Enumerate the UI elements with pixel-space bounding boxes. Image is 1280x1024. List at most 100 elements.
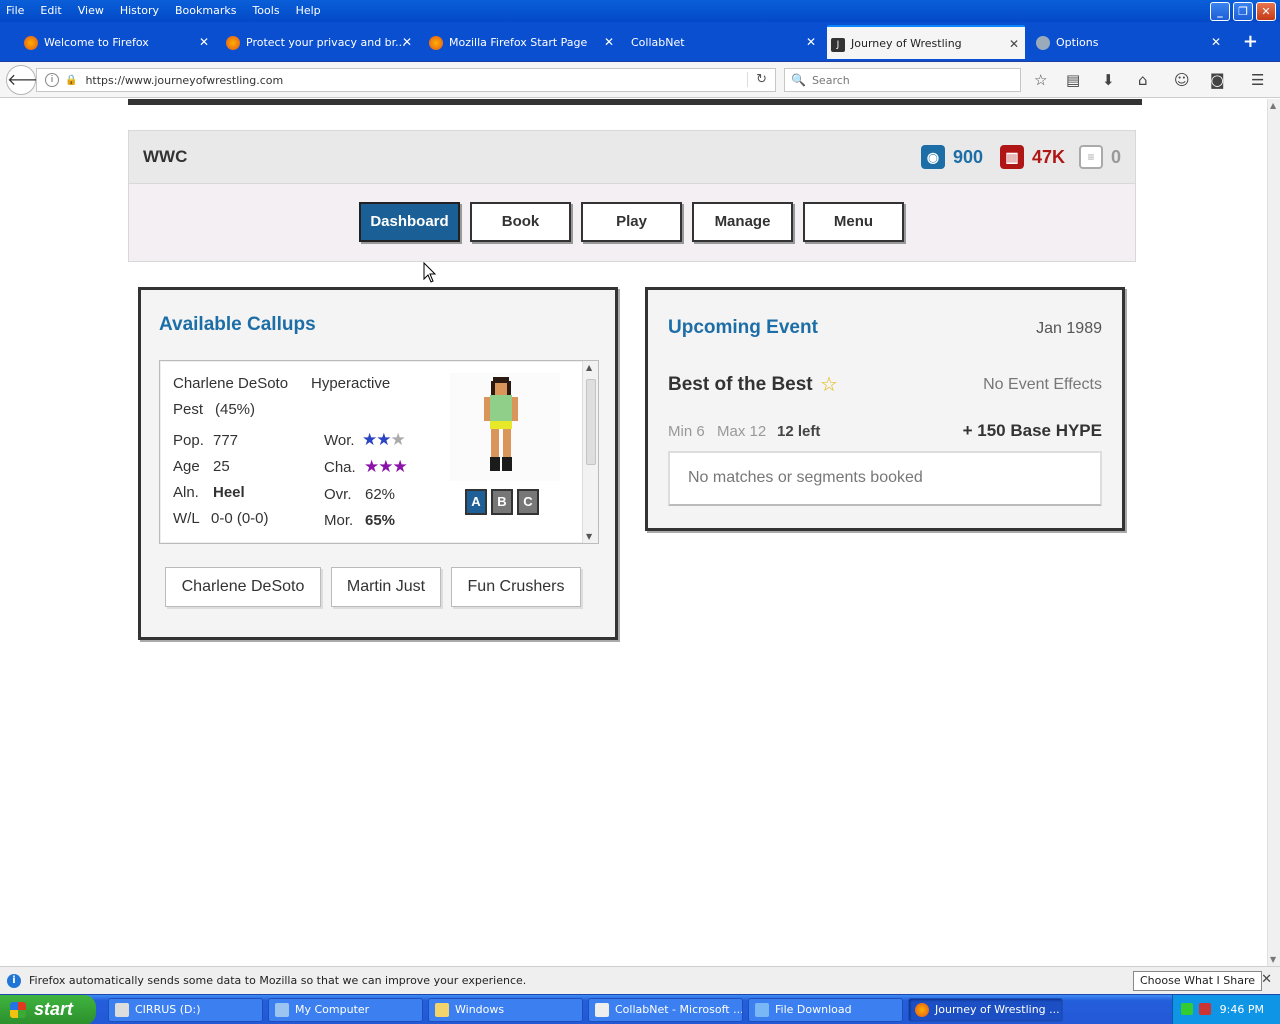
close-tab-icon[interactable]: ✕: [402, 35, 412, 49]
work-label: Wor.: [324, 432, 355, 449]
reload-icon[interactable]: ↻: [747, 72, 767, 87]
tab-journey-of-wrestling[interactable]: J Journey of Wrestling ✕: [827, 25, 1025, 59]
scrollbar-thumb[interactable]: [586, 379, 596, 465]
reading-list-icon[interactable]: ▤: [1066, 71, 1080, 89]
menu-help[interactable]: Help: [288, 0, 329, 22]
favorite-star-icon[interactable]: ☆: [820, 372, 838, 396]
tab-label: Mozilla Firefox Start Page: [449, 35, 588, 49]
chat-icon[interactable]: ☺: [1174, 71, 1190, 89]
overall-value: 62%: [365, 486, 396, 503]
event-name[interactable]: Best of the Best: [668, 374, 813, 396]
restore-button[interactable]: ❐: [1233, 2, 1253, 21]
menu-button[interactable]: Menu: [803, 202, 904, 242]
back-button[interactable]: 🡐: [6, 65, 50, 95]
close-tab-icon[interactable]: ✕: [199, 35, 209, 49]
pocket-icon[interactable]: ◙: [1210, 71, 1225, 89]
firefox-icon: [915, 1003, 929, 1017]
profile-tab-b[interactable]: B: [491, 489, 513, 515]
choose-what-i-share-button[interactable]: Choose What I Share: [1133, 971, 1262, 991]
close-notification-icon[interactable]: ✕: [1261, 972, 1272, 987]
cash-stat[interactable]: ▥ 47K: [1000, 145, 1065, 169]
tab-options[interactable]: Options ✕: [1032, 25, 1227, 59]
task-windows-folder[interactable]: Windows: [428, 998, 583, 1022]
task-collabnet[interactable]: CollabNet - Microsoft ...: [588, 998, 743, 1022]
profile-tab-a[interactable]: A: [465, 489, 487, 515]
task-file-download[interactable]: File Download: [748, 998, 903, 1022]
menu-edit[interactable]: Edit: [32, 0, 69, 22]
network-icon[interactable]: [1181, 1003, 1193, 1015]
message-icon: ≡: [1079, 145, 1103, 169]
menu-file[interactable]: File: [0, 0, 32, 22]
search-input[interactable]: 🔍 Search: [784, 68, 1021, 92]
windows-logo-icon: [10, 1002, 26, 1018]
scroll-down-icon[interactable]: ▼: [1270, 955, 1276, 964]
morale-value: 65%: [365, 512, 396, 529]
tab-label: Welcome to Firefox: [44, 35, 149, 49]
minimize-button[interactable]: _: [1210, 2, 1230, 21]
win-loss-label: W/L: [173, 510, 200, 527]
tab-welcome[interactable]: Welcome to Firefox ✕: [20, 25, 215, 59]
wrestler-name: Charlene DeSoto: [173, 375, 289, 392]
close-window-button[interactable]: ✕: [1256, 2, 1276, 21]
messages-stat[interactable]: ≡ 0: [1079, 145, 1121, 169]
task-cirrus-drive[interactable]: CIRRUS (D:): [108, 998, 263, 1022]
wrestler-sprite-icon: [484, 377, 518, 471]
scroll-up-icon[interactable]: ▲: [586, 363, 592, 372]
menu-tools[interactable]: Tools: [244, 0, 287, 22]
url-bar[interactable]: i 🔒 https://www.journeyofwrestling.com ↻: [36, 68, 776, 92]
lock-icon[interactable]: 🔒: [65, 75, 77, 86]
wrestler-trait-secondary: Pest: [173, 401, 204, 418]
book-button[interactable]: Book: [470, 202, 571, 242]
wrestler-card[interactable]: Charlene DeSoto Hyperactive Pest (45%) P…: [159, 360, 599, 544]
journey-favicon-icon: J: [831, 38, 845, 52]
close-tab-icon[interactable]: ✕: [1211, 35, 1221, 49]
menu-history[interactable]: History: [112, 0, 167, 22]
close-tab-icon[interactable]: ✕: [806, 35, 816, 49]
menu-bar: File Edit View History Bookmarks Tools H…: [0, 0, 1280, 22]
new-tab-button[interactable]: +: [1243, 31, 1258, 52]
messages-value: 0: [1111, 146, 1122, 167]
tab-collabnet[interactable]: CollabNet ✕: [627, 25, 822, 59]
menu-view[interactable]: View: [70, 0, 112, 22]
hamburger-menu-icon[interactable]: ☰: [1251, 71, 1264, 89]
menu-bookmarks[interactable]: Bookmarks: [167, 0, 244, 22]
work-star-rating: ★★★: [362, 430, 406, 450]
tab-privacy[interactable]: Protect your privacy and br... ✕: [222, 25, 418, 59]
clock[interactable]: 9:46 PM: [1220, 995, 1264, 1024]
navigation-toolbar: 🡐 i 🔒 https://www.journeyofwrestling.com…: [0, 62, 1280, 98]
callup-button-martin[interactable]: Martin Just: [331, 567, 441, 607]
callups-panel: Available Callups Charlene DeSoto Hypera…: [138, 287, 618, 640]
card-scrollbar[interactable]: ▲ ▼: [582, 361, 598, 543]
download-icon[interactable]: ⬇: [1102, 71, 1115, 89]
no-matches-message[interactable]: No matches or segments booked: [668, 451, 1102, 506]
event-effects: No Event Effects: [983, 376, 1102, 393]
scroll-up-icon[interactable]: ▲: [1270, 101, 1276, 110]
pop-value: 777: [213, 432, 239, 449]
page-scrollbar[interactable]: ▲ ▼: [1267, 99, 1280, 966]
callup-button-charlene[interactable]: Charlene DeSoto: [165, 567, 321, 607]
scroll-down-icon[interactable]: ▼: [586, 532, 592, 541]
tab-start-page[interactable]: Mozilla Firefox Start Page ✕: [425, 25, 620, 59]
bookmark-star-icon[interactable]: ☆: [1034, 71, 1047, 89]
close-tab-icon[interactable]: ✕: [604, 35, 614, 49]
task-journey-of-wrestling[interactable]: Journey of Wrestling ...: [908, 998, 1063, 1022]
tab-strip: Welcome to Firefox ✕ Protect your privac…: [0, 22, 1280, 62]
start-button[interactable]: start: [0, 995, 96, 1024]
currency-stat[interactable]: ◉ 900: [921, 145, 983, 169]
task-my-computer[interactable]: My Computer: [268, 998, 423, 1022]
home-icon[interactable]: ⌂: [1138, 71, 1148, 89]
close-tab-icon[interactable]: ✕: [1009, 37, 1019, 51]
notification-text: Firefox automatically sends some data to…: [29, 974, 527, 987]
charisma-star-rating: ★★★: [364, 457, 408, 477]
manage-button[interactable]: Manage: [692, 202, 793, 242]
info-icon[interactable]: i: [45, 73, 59, 87]
play-button[interactable]: Play: [581, 202, 682, 242]
security-shield-icon[interactable]: [1199, 1003, 1211, 1015]
profile-tab-c[interactable]: C: [517, 489, 539, 515]
dashboard-button[interactable]: Dashboard: [359, 202, 460, 242]
task-label: CIRRUS (D:): [135, 1003, 201, 1016]
currency-value: 900: [953, 146, 984, 167]
overall-label: Ovr.: [324, 486, 352, 503]
task-label: CollabNet - Microsoft ...: [615, 1003, 743, 1016]
callup-button-fun-crushers[interactable]: Fun Crushers: [451, 567, 581, 607]
